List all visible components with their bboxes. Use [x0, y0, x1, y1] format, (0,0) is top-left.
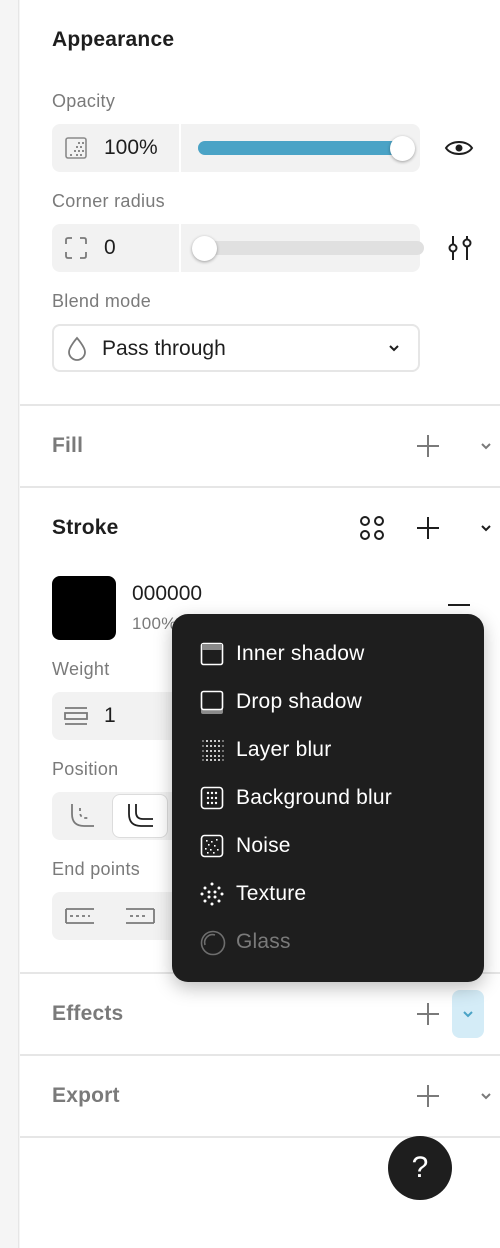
- menu-item-label: Texture: [236, 882, 307, 905]
- position-label: Position: [52, 759, 119, 779]
- opacity-label: Opacity: [52, 91, 116, 111]
- menu-item-layer-blur[interactable]: Layer blur: [172, 726, 484, 774]
- menu-item-background-blur[interactable]: Background blur: [172, 774, 484, 822]
- fill-chevron-down-icon[interactable]: [480, 442, 492, 450]
- stroke-position-center[interactable]: [112, 794, 168, 838]
- export-title: Export: [52, 1084, 120, 1107]
- opacity-field[interactable]: 100%: [52, 124, 420, 172]
- corner-radius-slider-track[interactable]: [198, 241, 424, 255]
- corner-radius-slider-handle[interactable]: [192, 236, 217, 261]
- menu-item-label: Inner shadow: [236, 642, 365, 665]
- menu-item-label: Drop shadow: [236, 690, 362, 713]
- export-chevron-down-icon[interactable]: [480, 1092, 492, 1100]
- stroke-color-swatch[interactable]: [52, 576, 116, 640]
- menu-item-noise[interactable]: Noise: [172, 822, 484, 870]
- corner-radius-value[interactable]: 0: [104, 236, 116, 260]
- weight-label: Weight: [52, 659, 110, 679]
- effects-type-menu: Inner shadow Drop shadow Layer blur Back…: [172, 614, 484, 982]
- blend-mode-value: Pass through: [102, 337, 226, 360]
- opacity-slider-fill: [198, 141, 402, 155]
- appearance-title: Appearance: [52, 28, 175, 51]
- layer-blur-icon: [200, 738, 224, 762]
- help-label: ?: [411, 1151, 429, 1184]
- chevron-down-icon: [388, 344, 400, 352]
- effects-title: Effects: [52, 1002, 124, 1025]
- stroke-color-opacity[interactable]: 100%: [132, 614, 177, 634]
- glass-icon: [200, 930, 226, 956]
- add-export-plus-icon[interactable]: [416, 1084, 440, 1108]
- stroke-position-inside[interactable]: [56, 796, 108, 836]
- menu-item-inner-shadow[interactable]: Inner shadow: [172, 630, 484, 678]
- menu-item-drop-shadow[interactable]: Drop shadow: [172, 678, 484, 726]
- opacity-value[interactable]: 100%: [104, 136, 158, 160]
- add-effect-plus-icon[interactable]: [416, 1002, 440, 1026]
- remove-stroke-minus-icon[interactable]: [448, 604, 470, 606]
- add-fill-plus-icon[interactable]: [416, 434, 440, 458]
- menu-item-label: Noise: [236, 834, 291, 857]
- field-separator: [179, 224, 181, 272]
- opacity-slider-handle[interactable]: [389, 136, 415, 161]
- section-divider: [20, 404, 500, 406]
- blend-mode-label: Blend mode: [52, 291, 152, 311]
- corner-radius-icon: [64, 236, 88, 260]
- effects-chevron-down-icon[interactable]: [452, 990, 484, 1038]
- drop-shadow-icon: [200, 690, 224, 714]
- independent-corners-icon[interactable]: [446, 234, 474, 262]
- section-divider: [20, 486, 500, 488]
- left-gutter: [0, 0, 19, 1248]
- end-point-start-icon[interactable]: [62, 902, 98, 930]
- help-button[interactable]: ?: [388, 1136, 452, 1200]
- opacity-slider-track[interactable]: [198, 141, 402, 155]
- fill-title: Fill: [52, 434, 84, 457]
- texture-icon: [200, 882, 224, 906]
- end-point-end-icon[interactable]: [122, 902, 158, 930]
- menu-item-label: Background blur: [236, 786, 392, 809]
- stroke-color-hex[interactable]: 000000: [132, 582, 202, 606]
- field-separator: [179, 124, 181, 172]
- stroke-chevron-down-icon[interactable]: [480, 524, 492, 532]
- background-blur-icon: [200, 786, 224, 810]
- visibility-eye-icon[interactable]: [444, 134, 474, 162]
- menu-item-label: Glass: [236, 930, 291, 953]
- stroke-weight-icon: [64, 704, 88, 728]
- drop-icon: [66, 336, 88, 362]
- opacity-icon: [64, 136, 88, 160]
- blend-mode-select[interactable]: Pass through: [52, 324, 420, 372]
- menu-item-glass: Glass: [172, 918, 484, 966]
- styles-grid-icon[interactable]: [358, 514, 386, 542]
- end-points-label: End points: [52, 859, 141, 879]
- section-divider: [20, 1054, 500, 1056]
- add-stroke-plus-icon[interactable]: [416, 516, 440, 540]
- inner-shadow-icon: [200, 642, 224, 666]
- corner-radius-field[interactable]: 0: [52, 224, 424, 272]
- menu-item-label: Layer blur: [236, 738, 332, 761]
- corner-radius-label: Corner radius: [52, 191, 165, 211]
- stroke-weight-value[interactable]: 1: [104, 704, 116, 728]
- stroke-title: Stroke: [52, 516, 119, 539]
- noise-icon: [200, 834, 224, 858]
- menu-item-texture[interactable]: Texture: [172, 870, 484, 918]
